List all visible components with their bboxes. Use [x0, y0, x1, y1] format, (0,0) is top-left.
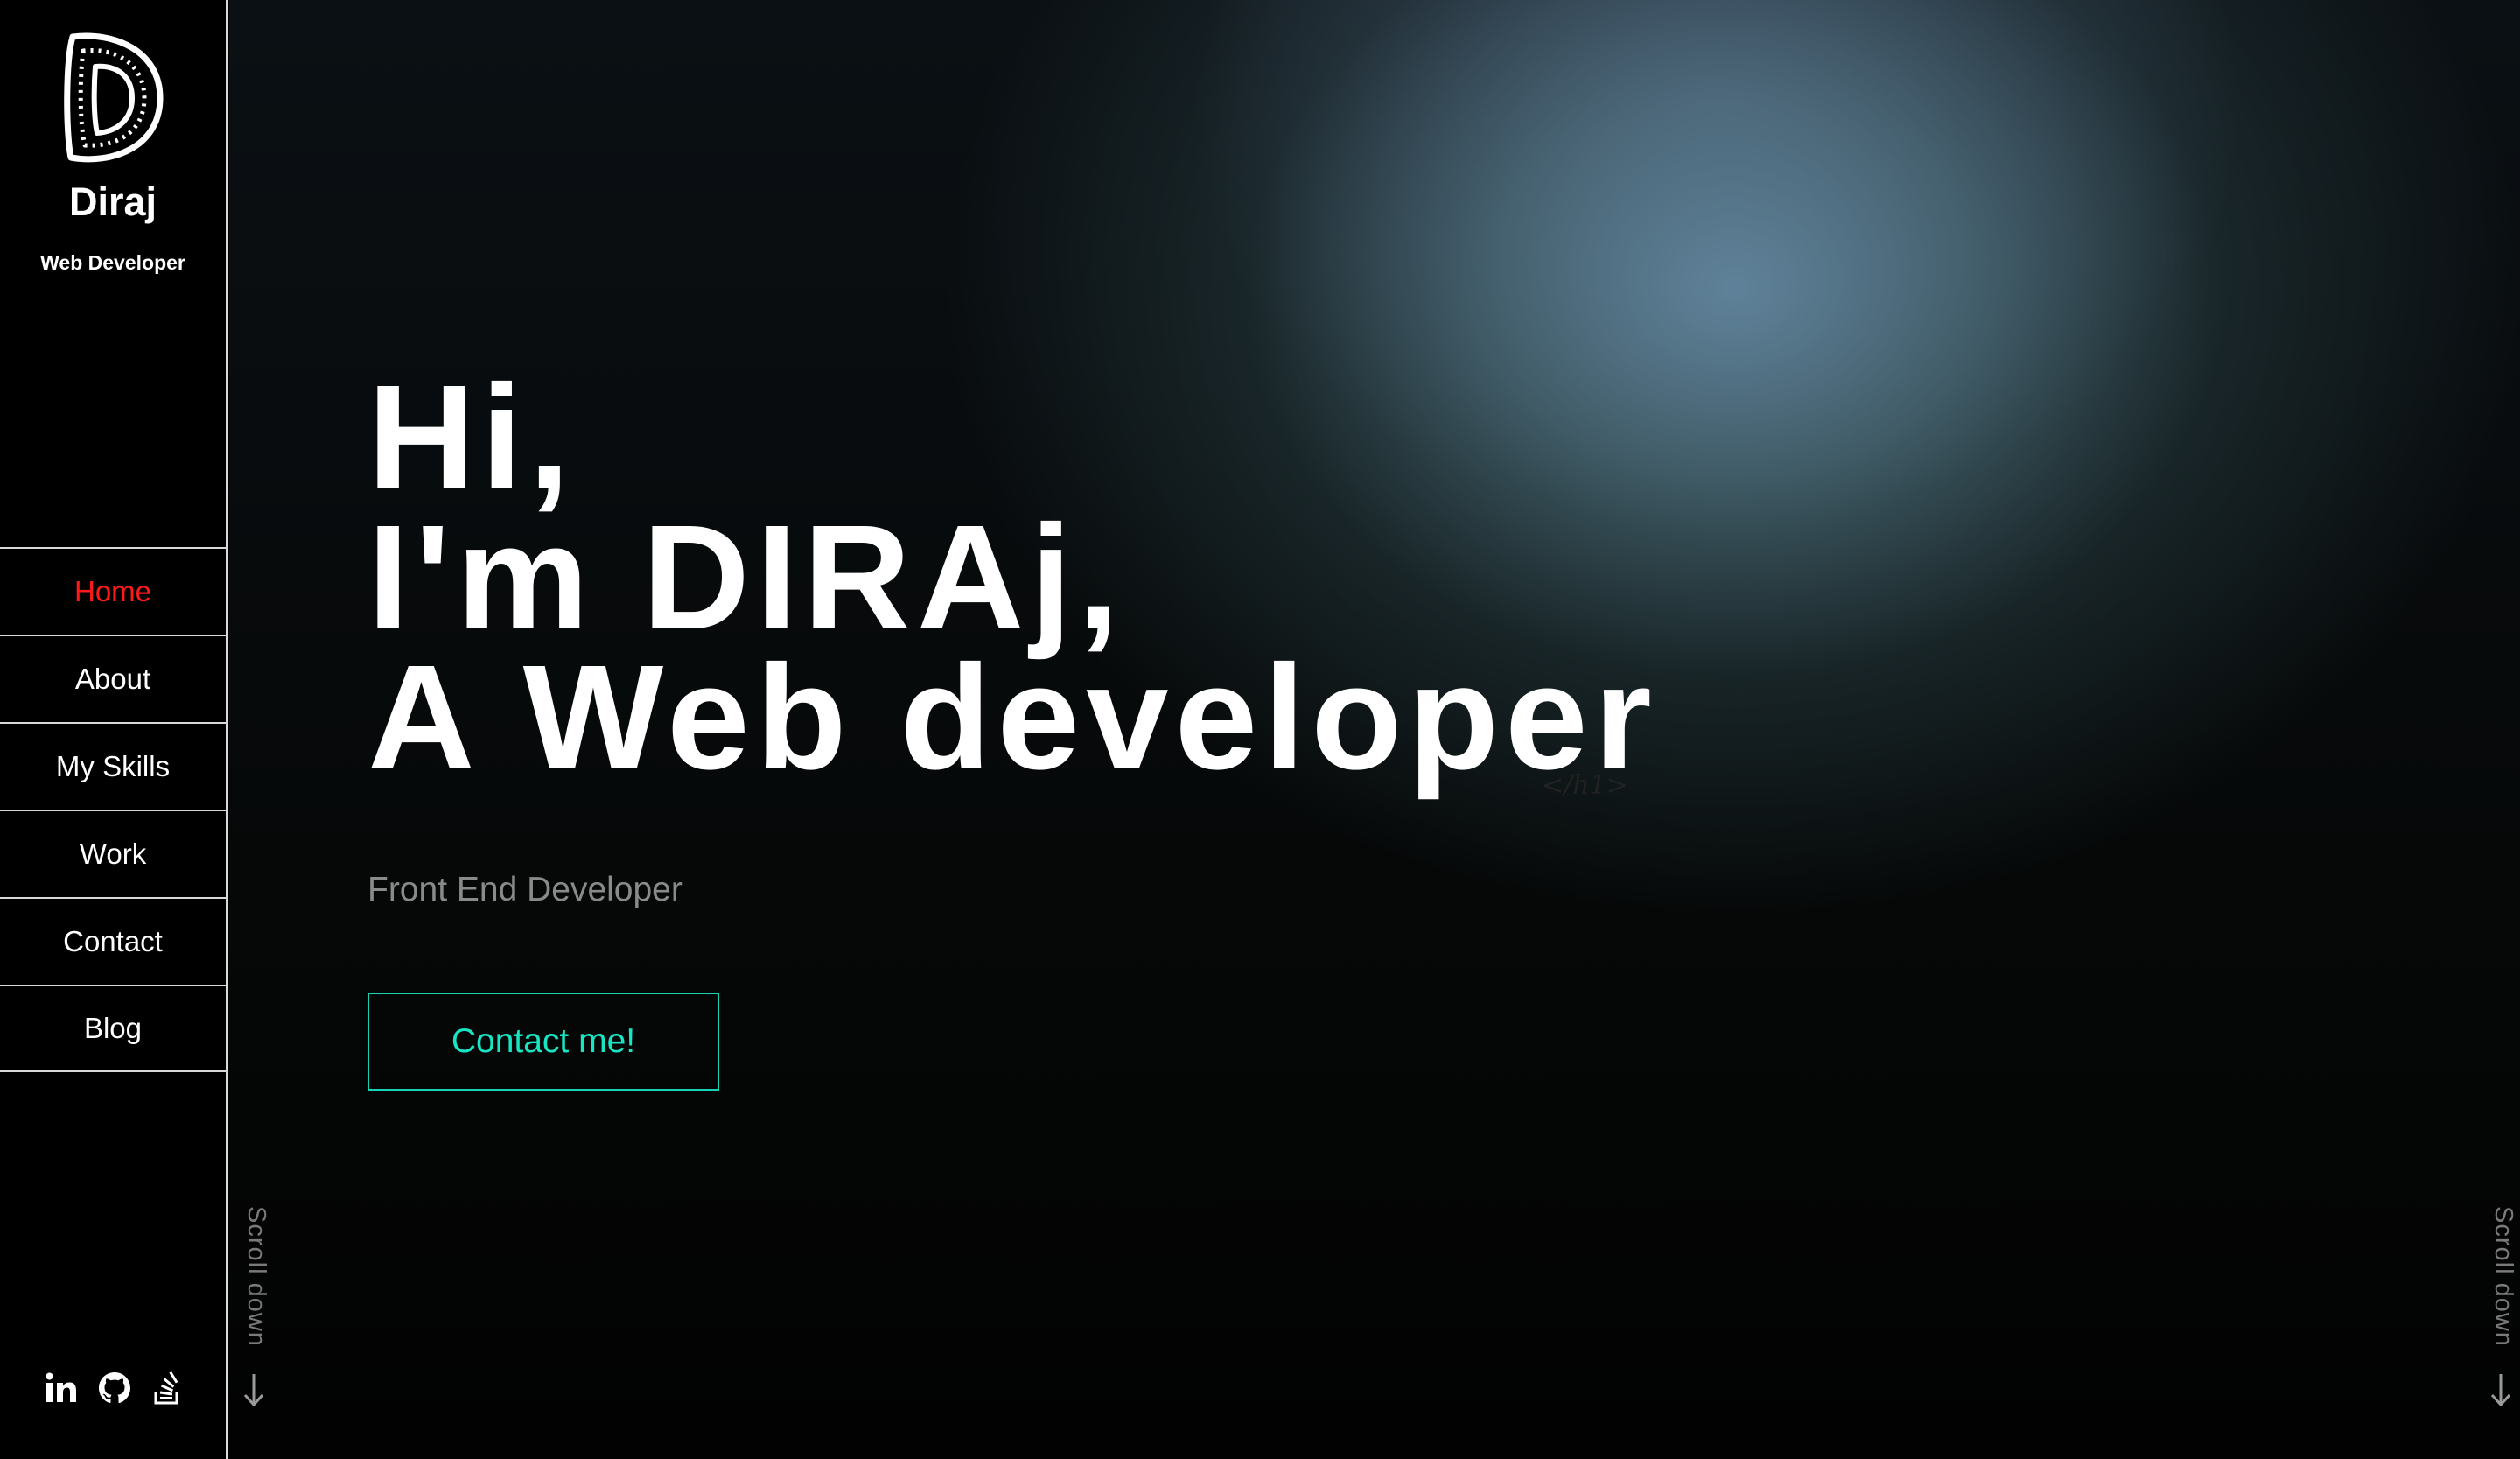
- hero-section: Hi, I'm DIRAj, A Web developer </h1> Fro…: [229, 0, 2520, 1459]
- stack-overflow-icon[interactable]: [150, 1371, 185, 1406]
- arrow-down-icon: [242, 1372, 266, 1407]
- nav-item-contact[interactable]: Contact: [0, 897, 226, 985]
- letter-d-logo-icon[interactable]: [57, 26, 167, 166]
- hero-subtitle: Front End Developer: [368, 871, 682, 908]
- arrow-down-icon: [2488, 1372, 2513, 1407]
- closing-h1-tag: </h1>: [1542, 770, 1628, 801]
- nav-item-my-skills[interactable]: My Skills: [0, 722, 226, 810]
- contact-me-button[interactable]: Contact me!: [368, 993, 719, 1091]
- hero-name: I'm DIRAj,: [368, 495, 1126, 661]
- social-links: [0, 1371, 226, 1409]
- main-nav: Home About My Skills Work Contact Blog: [0, 547, 226, 1072]
- github-icon[interactable]: [97, 1371, 132, 1406]
- hero-heading: Hi, I'm DIRAj, A Web developer: [368, 354, 1942, 801]
- brand-role: Web Developer: [40, 251, 186, 274]
- scroll-down-right[interactable]: Scroll down: [2483, 1206, 2518, 1416]
- nav-item-home[interactable]: Home: [0, 547, 226, 635]
- linkedin-icon[interactable]: [44, 1371, 79, 1406]
- hero-role: A Web developer: [368, 635, 1658, 801]
- hero-greeting: Hi,: [368, 354, 577, 521]
- nav-item-work[interactable]: Work: [0, 810, 226, 897]
- scroll-down-label: Scroll down: [242, 1206, 270, 1347]
- brand-block: Diraj Web Developer: [0, 0, 226, 298]
- nav-item-blog[interactable]: Blog: [0, 985, 226, 1072]
- nav-item-about[interactable]: About: [0, 635, 226, 722]
- scroll-down-label: Scroll down: [2489, 1206, 2517, 1347]
- scroll-down-left[interactable]: Scroll down: [236, 1206, 271, 1416]
- sidebar: Diraj Web Developer Home About My Skills…: [0, 0, 228, 1459]
- brand-name: Diraj: [68, 179, 158, 224]
